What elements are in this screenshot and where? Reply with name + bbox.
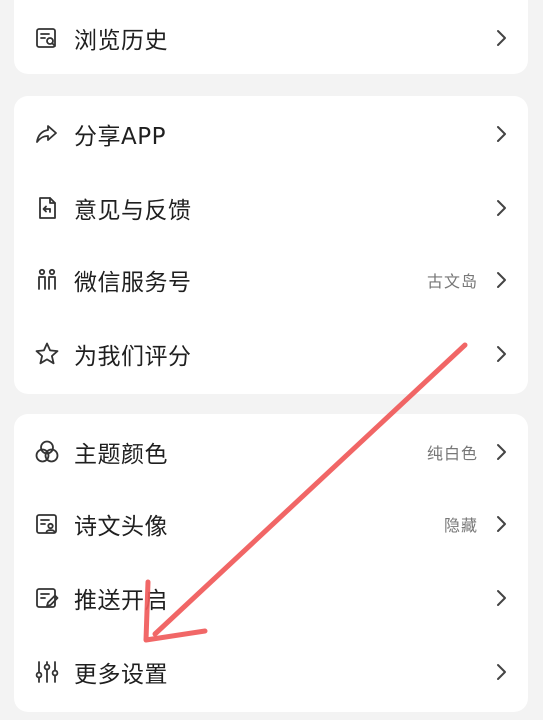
menu-item-share-app[interactable]: 分享APP [14,98,528,170]
poem-avatar-icon [34,511,60,537]
chevron-right-icon [494,27,508,49]
settings-sliders-icon [34,659,60,685]
theme-color-icon [34,439,60,465]
settings-card: 主题颜色 纯白色 诗文头像 隐藏 推送开启 更多设置 [14,414,528,712]
menu-item-history[interactable]: 浏览历史 [14,2,528,74]
menu-item-value: 隐藏 [443,516,478,535]
menu-item-label: 为我们评分 [74,344,192,370]
menu-item-value: 古文岛 [426,272,478,291]
chevron-right-icon [494,441,508,463]
menu-item-label: 推送开启 [74,588,168,614]
menu-item-label: 诗文头像 [74,514,168,540]
menu-item-push[interactable]: 推送开启 [14,562,528,634]
chevron-right-icon [494,513,508,535]
menu-item-value: 纯白色 [426,444,478,463]
menu-item-label: 浏览历史 [74,28,168,54]
chevron-right-icon [494,343,508,365]
menu-item-wechat-service[interactable]: 微信服务号 古文岛 [14,244,528,316]
menu-item-label: 分享APP [74,124,166,150]
menu-item-theme-color[interactable]: 主题颜色 纯白色 [14,416,528,488]
star-icon [34,341,60,367]
push-icon [34,585,60,611]
menu-item-label: 主题颜色 [74,442,168,468]
feedback-icon [34,195,60,221]
menu-item-label: 更多设置 [74,662,168,688]
menu-item-more-settings[interactable]: 更多设置 [14,636,528,708]
menu-item-poem-avatar[interactable]: 诗文头像 隐藏 [14,488,528,560]
general-card: 分享APP 意见与反馈 微信服务号 古文岛 为我们评分 [14,96,528,394]
history-icon [34,25,60,51]
chevron-right-icon [494,587,508,609]
chevron-right-icon [494,661,508,683]
menu-item-rate-us[interactable]: 为我们评分 [14,318,528,390]
share-icon [34,121,60,147]
menu-item-label: 微信服务号 [74,270,192,296]
chevron-right-icon [494,269,508,291]
menu-item-feedback[interactable]: 意见与反馈 [14,172,528,244]
menu-item-label: 意见与反馈 [74,198,192,224]
wechat-service-icon [34,267,60,293]
history-card: 浏览历史 [14,0,528,74]
chevron-right-icon [494,197,508,219]
chevron-right-icon [494,123,508,145]
